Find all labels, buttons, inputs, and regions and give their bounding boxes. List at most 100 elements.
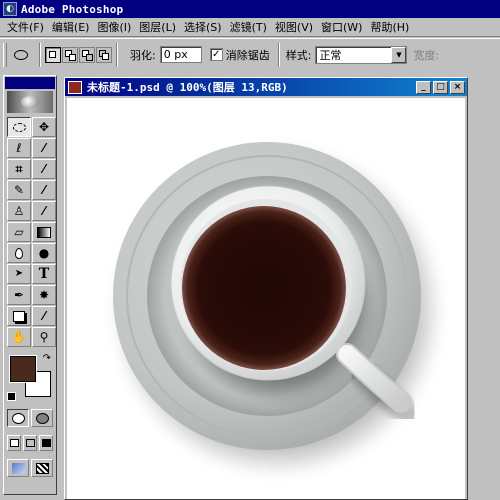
history-brush-icon: ⁄ <box>42 204 45 218</box>
elliptical-marquee-tool[interactable] <box>7 117 31 137</box>
lasso-tool[interactable]: ℓ <box>7 138 31 158</box>
brush-tool[interactable]: ⁄ <box>32 180 56 200</box>
eraser-icon: ▱ <box>14 225 24 239</box>
eyedropper-tool[interactable]: ⁄ <box>32 306 56 326</box>
app-title: Adobe Photoshop <box>21 2 124 16</box>
custom-shape-tool[interactable]: ✸ <box>32 285 56 305</box>
document-title-bar[interactable]: 未标题-1.psd @ 100%(图层 13,RGB) _ □ × <box>65 78 467 96</box>
full-screen-menu-icon <box>25 439 35 447</box>
zoom-icon: ⚲ <box>39 330 49 344</box>
menu-window[interactable]: 窗口(W) <box>317 19 366 35</box>
jump-to-app-button[interactable] <box>31 459 53 477</box>
jump-to-imageready-button[interactable] <box>7 459 29 477</box>
slice-icon: ⁄ <box>42 162 45 176</box>
lasso-icon: ℓ <box>16 141 22 155</box>
clone-stamp-icon: ♙ <box>13 204 25 218</box>
style-select[interactable]: 正常 ▼ <box>315 45 408 64</box>
document-canvas[interactable] <box>67 98 465 499</box>
standard-mode-button[interactable] <box>7 409 29 427</box>
eraser-tool[interactable]: ▱ <box>7 222 31 242</box>
move-tool[interactable]: ✥ <box>32 117 56 137</box>
slice-tool[interactable]: ⁄ <box>32 159 56 179</box>
tool-grid: ✥ ℓ ⁄ ⌗ ⁄ ✎ ⁄ ♙ ⁄ ▱ ● ➤ T ✒ ✸ ⁄ ✋ ⚲ <box>4 115 56 349</box>
full-screen-icon <box>41 439 51 447</box>
adobe-online-icon[interactable] <box>7 91 53 113</box>
healing-brush-icon: ✎ <box>13 183 25 197</box>
options-bar: 羽化: 0 px ✓ 消除锯齿 样式: 正常 ▼ 宽度: <box>0 38 500 70</box>
elliptical-marquee-icon <box>14 49 28 60</box>
add-to-selection-button[interactable] <box>62 46 78 63</box>
history-brush-tool[interactable]: ⁄ <box>32 201 56 221</box>
menu-bar: 文件(F) 编辑(E) 图像(I) 图层(L) 选择(S) 滤镜(T) 视图(V… <box>0 18 500 37</box>
width-label: 宽度: <box>413 48 440 62</box>
zoom-tool[interactable]: ⚲ <box>32 327 56 347</box>
selection-mode-group <box>45 46 112 63</box>
separator <box>277 42 280 67</box>
style-label: 样式: <box>285 48 312 62</box>
hand-tool[interactable]: ✋ <box>7 327 31 347</box>
menu-file[interactable]: 文件(F) <box>3 19 48 35</box>
subtract-from-selection-button[interactable] <box>79 46 95 63</box>
dodge-icon: ● <box>38 246 50 260</box>
document-icon[interactable] <box>68 80 82 94</box>
chevron-down-icon[interactable]: ▼ <box>391 46 407 63</box>
standard-screen-icon <box>9 439 19 447</box>
elliptical-marquee-icon <box>12 122 26 132</box>
full-screen-mode-button[interactable] <box>39 435 53 451</box>
app-title-bar: ◐ Adobe Photoshop <box>0 0 500 18</box>
custom-shape-icon: ✸ <box>38 288 50 302</box>
menu-filter[interactable]: 滤镜(T) <box>226 19 271 35</box>
close-button[interactable]: × <box>450 80 465 94</box>
tool-preset-picker[interactable] <box>7 43 35 67</box>
swap-colors-icon[interactable]: ↷ <box>43 353 51 364</box>
feather-label: 羽化: <box>130 48 156 62</box>
menu-view[interactable]: 视图(V) <box>271 19 317 35</box>
standard-screen-mode-button[interactable] <box>7 435 21 451</box>
blur-tool[interactable] <box>7 243 31 263</box>
photoshop-app-icon[interactable]: ◐ <box>3 2 17 16</box>
quick-mask-icon <box>35 412 49 424</box>
antialias-label: 消除锯齿 <box>225 48 270 62</box>
feather-input[interactable]: 0 px <box>159 46 202 63</box>
magic-wand-icon: ⁄ <box>42 141 45 155</box>
move-icon: ✥ <box>38 120 50 134</box>
pen-tool[interactable]: ✒ <box>7 285 31 305</box>
coffee-surface <box>182 206 346 370</box>
foreground-color-swatch[interactable] <box>10 356 36 382</box>
quick-mask-button[interactable] <box>31 409 53 427</box>
color-swatches: ↷ <box>7 353 53 401</box>
hand-icon: ✋ <box>11 330 27 344</box>
document-title: 未标题-1.psd @ 100%(图层 13,RGB) <box>87 81 288 94</box>
jump-row <box>4 457 56 479</box>
gradient-icon <box>37 226 51 238</box>
full-screen-menu-mode-button[interactable] <box>23 435 37 451</box>
clone-stamp-tool[interactable]: ♙ <box>7 201 31 221</box>
crop-tool[interactable]: ⌗ <box>7 159 31 179</box>
healing-brush-tool[interactable]: ✎ <box>7 180 31 200</box>
dodge-tool[interactable]: ● <box>32 243 56 263</box>
new-selection-button[interactable] <box>45 46 61 63</box>
standard-mode-icon <box>11 412 25 424</box>
separator <box>39 42 41 67</box>
crop-icon: ⌗ <box>15 162 23 176</box>
menu-select[interactable]: 选择(S) <box>180 19 226 35</box>
notes-tool[interactable] <box>7 306 31 326</box>
intersect-selection-button[interactable] <box>96 46 112 63</box>
menu-layer[interactable]: 图层(L) <box>135 19 180 35</box>
type-tool[interactable]: T <box>32 264 56 284</box>
menu-edit[interactable]: 编辑(E) <box>48 19 94 35</box>
style-value: 正常 <box>319 48 342 62</box>
menu-image[interactable]: 图像(I) <box>93 19 135 35</box>
minimize-button[interactable]: _ <box>416 80 431 94</box>
jump-app-icon <box>35 462 49 474</box>
default-colors-icon[interactable] <box>7 392 16 401</box>
menu-help[interactable]: 帮助(H) <box>366 19 413 35</box>
toolbox-title-bar[interactable] <box>5 77 55 89</box>
magic-wand-tool[interactable]: ⁄ <box>32 138 56 158</box>
maximize-button[interactable]: □ <box>433 80 448 94</box>
antialias-checkbox[interactable]: ✓ <box>209 48 223 61</box>
path-selection-icon: ➤ <box>14 268 24 279</box>
path-selection-tool[interactable]: ➤ <box>7 264 31 284</box>
gradient-tool[interactable] <box>32 222 56 242</box>
separator <box>116 42 118 67</box>
